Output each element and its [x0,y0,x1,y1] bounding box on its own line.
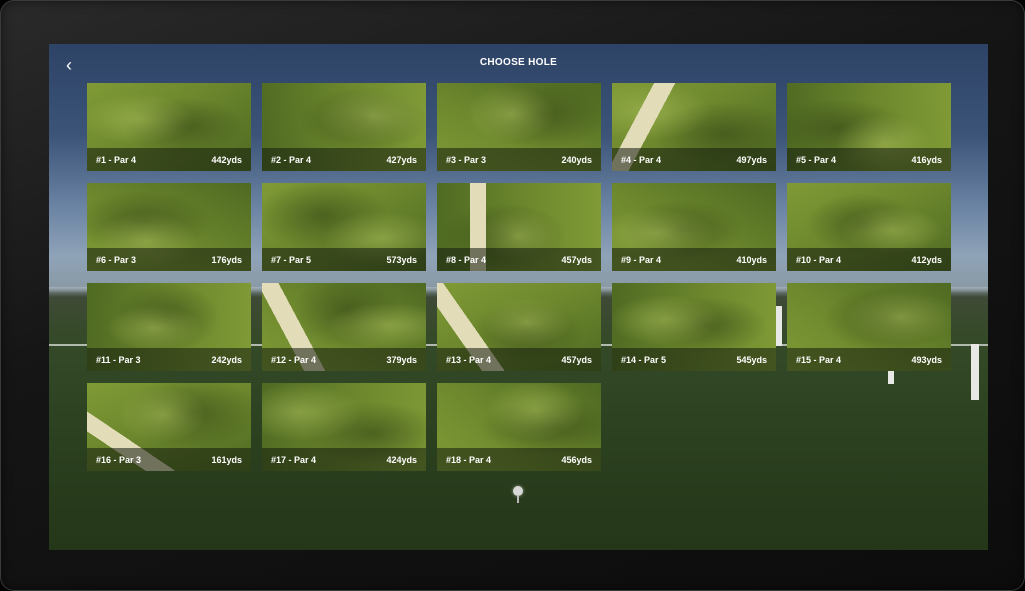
hole-distance: 545yds [736,355,767,365]
tablet-frame: ‹ CHOOSE HOLE #1 - Par 4 442yds #2 - Par 4… [0,0,1025,591]
hole-tile[interactable]: #9 - Par 4 410yds [612,183,776,271]
hole-label: #16 - Par 3 [96,455,142,465]
hole-distance: 497yds [736,155,767,165]
hole-label: #6 - Par 3 [96,255,137,265]
hole-label: #9 - Par 4 [621,255,662,265]
hole-caption: #13 - Par 4 457yds [437,348,601,371]
hole-caption: #16 - Par 3 161yds [87,448,251,471]
hole-label: #13 - Par 4 [446,355,492,365]
hole-label: #4 - Par 4 [621,155,662,165]
hole-caption: #11 - Par 3 242yds [87,348,251,371]
hole-label: #18 - Par 4 [446,455,492,465]
hole-label: #7 - Par 5 [271,255,312,265]
hole-tile[interactable]: #18 - Par 4 456yds [437,383,601,471]
hole-caption: #9 - Par 4 410yds [612,248,776,271]
hole-tile[interactable]: #11 - Par 3 242yds [87,283,251,371]
hole-tile[interactable]: #3 - Par 3 240yds [437,83,601,171]
hole-tile[interactable]: #15 - Par 4 493yds [787,283,951,371]
hole-grid: #1 - Par 4 442yds #2 - Par 4 427yds #3 - Par… [87,83,951,471]
hole-label: #14 - Par 5 [621,355,667,365]
hole-caption: #2 - Par 4 427yds [262,148,426,171]
hole-distance: 442yds [211,155,242,165]
hole-caption: #14 - Par 5 545yds [612,348,776,371]
hole-tile[interactable]: #4 - Par 4 497yds [612,83,776,171]
hole-tile[interactable]: #14 - Par 5 545yds [612,283,776,371]
hole-tile[interactable]: #1 - Par 4 442yds [87,83,251,171]
hole-distance: 176yds [211,255,242,265]
fence-post [971,344,979,400]
hole-distance: 493yds [911,355,942,365]
hole-tile[interactable]: #5 - Par 4 416yds [787,83,951,171]
hole-distance: 379yds [386,355,417,365]
hole-caption: #18 - Par 4 456yds [437,448,601,471]
hole-distance: 573yds [386,255,417,265]
hole-distance: 412yds [911,255,942,265]
hole-tile[interactable]: #7 - Par 5 573yds [262,183,426,271]
hole-label: #17 - Par 4 [271,455,317,465]
hole-caption: #5 - Par 4 416yds [787,148,951,171]
hole-label: #5 - Par 4 [796,155,837,165]
hole-caption: #17 - Par 4 424yds [262,448,426,471]
hole-label: #12 - Par 4 [271,355,317,365]
screen: ‹ CHOOSE HOLE #1 - Par 4 442yds #2 - Par 4… [49,44,988,550]
hole-label: #3 - Par 3 [446,155,487,165]
hole-caption: #8 - Par 4 457yds [437,248,601,271]
hole-label: #15 - Par 4 [796,355,842,365]
page-title: CHOOSE HOLE [479,57,558,68]
hole-label: #2 - Par 4 [271,155,312,165]
hole-tile[interactable]: #8 - Par 4 457yds [437,183,601,271]
hole-caption: #3 - Par 3 240yds [437,148,601,171]
hole-distance: 456yds [561,455,592,465]
hole-tile[interactable]: #10 - Par 4 412yds [787,183,951,271]
hole-tile[interactable]: #2 - Par 4 427yds [262,83,426,171]
hole-distance: 240yds [561,155,592,165]
hole-label: #8 - Par 4 [446,255,487,265]
hole-distance: 427yds [386,155,417,165]
hole-label: #11 - Par 3 [96,355,141,365]
hole-caption: #1 - Par 4 442yds [87,148,251,171]
hole-distance: 457yds [561,355,592,365]
hole-distance: 457yds [561,255,592,265]
hole-distance: 424yds [386,455,417,465]
hole-caption: #15 - Par 4 493yds [787,348,951,371]
hole-label: #1 - Par 4 [96,155,137,165]
hole-caption: #6 - Par 3 176yds [87,248,251,271]
top-bar: ‹ CHOOSE HOLE [49,44,988,84]
hole-caption: #7 - Par 5 573yds [262,248,426,271]
hole-caption: #10 - Par 4 412yds [787,248,951,271]
hole-label: #10 - Par 4 [796,255,842,265]
hole-distance: 161yds [211,455,242,465]
hole-distance: 410yds [736,255,767,265]
hole-distance: 242yds [211,355,242,365]
hole-tile[interactable]: #13 - Par 4 457yds [437,283,601,371]
hole-tile[interactable]: #12 - Par 4 379yds [262,283,426,371]
hole-caption: #12 - Par 4 379yds [262,348,426,371]
golf-ball-on-tee-icon [513,486,523,503]
hole-tile[interactable]: #6 - Par 3 176yds [87,183,251,271]
hole-tile[interactable]: #16 - Par 3 161yds [87,383,251,471]
hole-distance: 416yds [911,155,942,165]
hole-tile[interactable]: #17 - Par 4 424yds [262,383,426,471]
hole-caption: #4 - Par 4 497yds [612,148,776,171]
